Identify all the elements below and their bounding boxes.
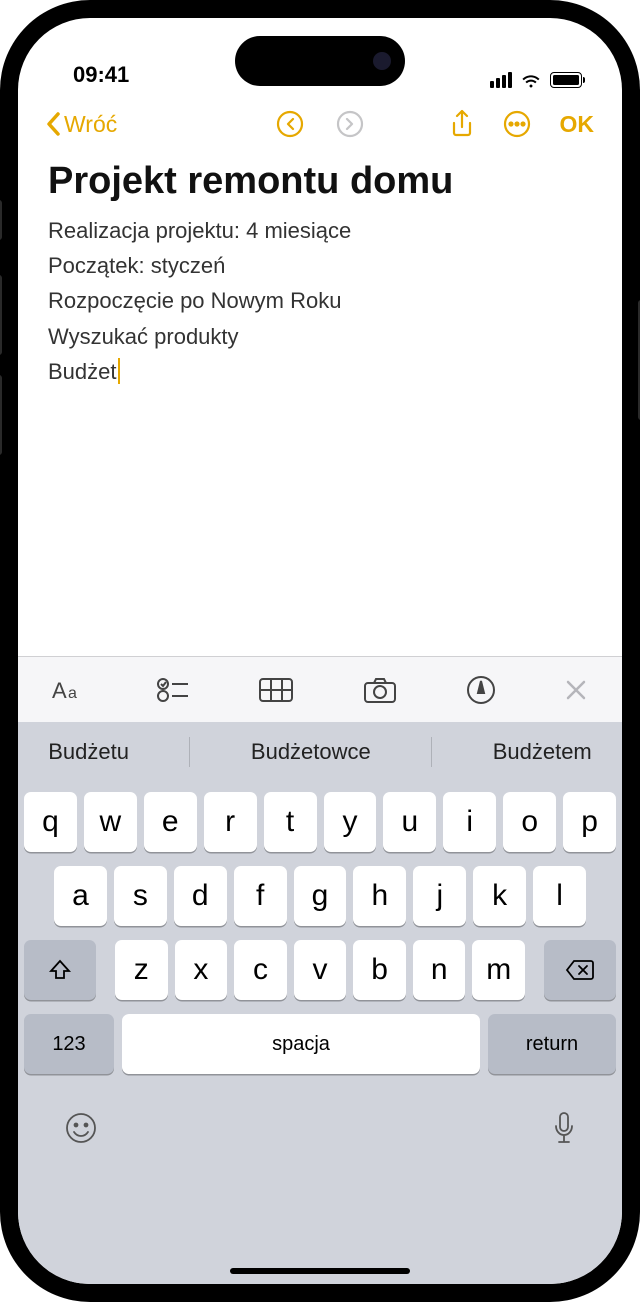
key-s[interactable]: s (114, 866, 167, 926)
note-text: Budżet (48, 354, 117, 389)
chevron-left-icon (46, 112, 62, 136)
key-e[interactable]: e (144, 792, 197, 852)
key-q[interactable]: q (24, 792, 77, 852)
note-line: Realizacja projektu: 4 miesiące (48, 213, 592, 248)
text-cursor (118, 358, 121, 384)
divider (189, 737, 190, 767)
suggestion-item[interactable]: Budżetem (493, 739, 592, 765)
note-content[interactable]: Projekt remontu domu Realizacja projektu… (18, 152, 622, 397)
battery-icon (550, 72, 582, 88)
key-v[interactable]: v (294, 940, 347, 1000)
key-shift[interactable] (24, 940, 96, 1000)
key-g[interactable]: g (294, 866, 347, 926)
key-j[interactable]: j (413, 866, 466, 926)
back-button[interactable]: Wróć (46, 111, 117, 138)
nav-right: OK (450, 109, 595, 139)
silent-switch (0, 200, 2, 240)
key-n[interactable]: n (413, 940, 466, 1000)
share-icon[interactable] (450, 109, 474, 139)
key-h[interactable]: h (353, 866, 406, 926)
key-row-3: z x c v b n m (24, 940, 616, 1000)
note-title: Projekt remontu domu (48, 160, 592, 203)
key-k[interactable]: k (473, 866, 526, 926)
key-numbers[interactable]: 123 (24, 1014, 114, 1074)
volume-up-button (0, 275, 2, 355)
text-format-icon[interactable]: Aa (52, 676, 88, 704)
redo-icon[interactable] (335, 109, 365, 139)
close-toolbar-icon[interactable] (564, 678, 588, 702)
dictation-icon[interactable] (552, 1110, 576, 1146)
key-f[interactable]: f (234, 866, 287, 926)
key-row-4: 123 spacja return (24, 1014, 616, 1074)
key-row-2: a s d f g h j k l (24, 866, 616, 926)
nav-center (275, 109, 365, 139)
key-d[interactable]: d (174, 866, 227, 926)
key-a[interactable]: a (54, 866, 107, 926)
key-backspace[interactable] (544, 940, 616, 1000)
key-r[interactable]: r (204, 792, 257, 852)
key-c[interactable]: c (234, 940, 287, 1000)
more-icon[interactable] (502, 109, 532, 139)
key-row-1: q w e r t y u i o p (24, 792, 616, 852)
key-i[interactable]: i (443, 792, 496, 852)
suggestion-item[interactable]: Budżetu (48, 739, 129, 765)
svg-text:a: a (68, 685, 77, 702)
key-b[interactable]: b (353, 940, 406, 1000)
status-right (490, 72, 582, 88)
key-w[interactable]: w (84, 792, 137, 852)
key-space[interactable]: spacja (122, 1014, 480, 1074)
cellular-signal-icon (490, 72, 512, 88)
key-u[interactable]: u (383, 792, 436, 852)
key-m[interactable]: m (472, 940, 525, 1000)
phone-frame: 09:41 Wróć O (0, 0, 640, 1302)
suggestion-item[interactable]: Budżetowce (251, 739, 371, 765)
camera-icon[interactable] (362, 676, 398, 704)
svg-text:A: A (52, 678, 67, 703)
undo-icon[interactable] (275, 109, 305, 139)
front-camera (373, 52, 391, 70)
note-line: Wyszukać produkty (48, 319, 592, 354)
format-toolbar: Aa (18, 656, 622, 722)
screen: 09:41 Wróć O (18, 18, 622, 1284)
home-indicator[interactable] (230, 1268, 410, 1274)
markup-icon[interactable] (466, 675, 496, 705)
keyboard-bottom-row (24, 1088, 616, 1160)
key-l[interactable]: l (533, 866, 586, 926)
keyboard: q w e r t y u i o p a s d f g h j k l (18, 782, 622, 1284)
status-time: 09:41 (73, 62, 129, 88)
dynamic-island (235, 36, 405, 86)
note-line: Początek: styczeń (48, 248, 592, 283)
shift-icon (48, 958, 72, 982)
key-o[interactable]: o (503, 792, 556, 852)
back-label: Wróć (64, 111, 117, 138)
done-button[interactable]: OK (560, 111, 595, 138)
wifi-icon (520, 72, 542, 88)
backspace-icon (565, 959, 595, 981)
note-line-editing: Budżet (48, 354, 120, 389)
volume-down-button (0, 375, 2, 455)
emoji-icon[interactable] (64, 1111, 98, 1145)
key-x[interactable]: x (175, 940, 228, 1000)
keyboard-suggestions: Budżetu Budżetowce Budżetem (18, 722, 622, 782)
table-icon[interactable] (258, 676, 294, 704)
checklist-icon[interactable] (156, 676, 190, 704)
note-line: Rozpoczęcie po Nowym Roku (48, 283, 592, 318)
key-p[interactable]: p (563, 792, 616, 852)
key-z[interactable]: z (115, 940, 168, 1000)
nav-bar: Wróć OK (18, 96, 622, 152)
key-return[interactable]: return (488, 1014, 616, 1074)
divider (431, 737, 432, 767)
key-y[interactable]: y (324, 792, 377, 852)
key-t[interactable]: t (264, 792, 317, 852)
